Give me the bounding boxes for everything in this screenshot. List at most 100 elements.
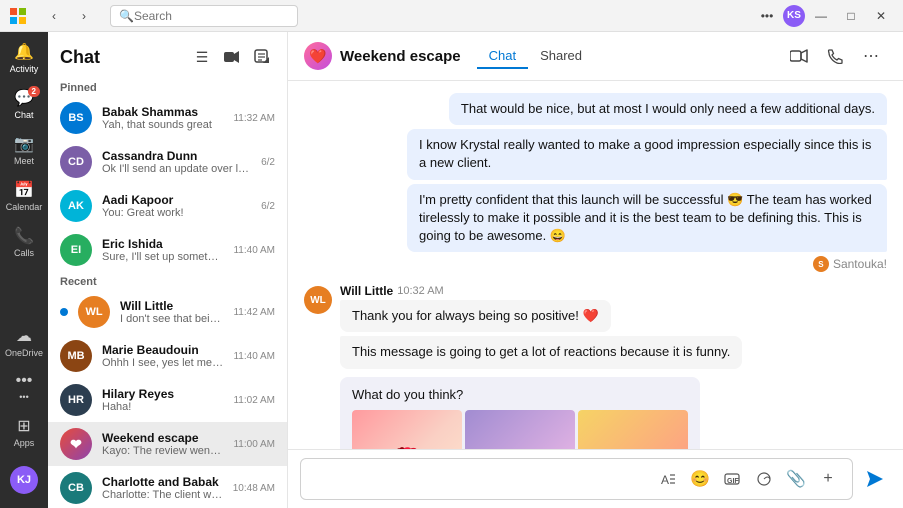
nav-item-more[interactable]: ••• ••• [2,366,46,408]
attach-button[interactable]: 📎 [782,465,810,493]
message-sender: Will Little 10:32 AM [340,284,887,298]
chat-header-actions: ⋯ [783,40,887,72]
list-item[interactable]: EI Eric Ishida Sure, I'll set up somethi… [48,228,287,272]
chat-info: Weekend escape Kayo: The review went rea… [102,431,223,457]
avatar: CB [60,472,92,504]
nav-item-apps[interactable]: ⊞ Apps [2,410,46,454]
nav-label-activity: Activity [10,64,39,74]
chat-name: Cassandra Dunn [102,149,251,163]
audio-call-header-button[interactable] [819,40,851,72]
maximize-button[interactable]: □ [837,5,865,27]
windows-icon [8,6,28,26]
chat-time: 11:00 AM [233,439,275,450]
list-item[interactable]: WL Will Little I don't see that being an… [48,290,287,334]
close-button[interactable]: ✕ [867,5,895,27]
group-name: Weekend escape [340,48,461,65]
message-time: 10:32 AM [397,285,443,297]
user-avatar[interactable]: KS [783,5,805,27]
search-bar[interactable]: 🔍 [110,5,298,27]
message-content: Will Little 10:32 AM Thank you for alway… [340,284,887,449]
tab-shared[interactable]: Shared [528,44,594,69]
chat-name: Marie Beaudouin [102,343,223,357]
left-nav: 🔔 Activity 💬 2 Chat 📷 Meet 📅 Calendar 📞 … [0,32,48,508]
nav-user-avatar[interactable]: KJ [10,466,38,494]
nav-label-onedrive: OneDrive [5,348,43,358]
video-call-button[interactable] [219,44,245,70]
message-input[interactable] [311,472,648,487]
image-cell [578,410,688,450]
nav-label-meet: Meet [14,156,34,166]
nav-item-calls[interactable]: 📞 Calls [2,220,46,264]
list-item[interactable]: ❤ Weekend escape Kayo: The review went r… [48,422,287,466]
sticker-button[interactable] [750,465,778,493]
chat-name: Charlotte and Babak [102,475,223,489]
calendar-icon: 📅 [14,180,34,200]
search-input[interactable] [134,9,289,23]
nav-item-chat[interactable]: 💬 2 Chat [2,82,46,126]
activity-icon: 🔔 [14,42,34,62]
list-item[interactable]: CD Cassandra Dunn Ok I'll send an update… [48,140,287,184]
nav-buttons: ‹ › [40,5,98,27]
list-item[interactable]: HR Hilary Reyes Haha! 11:02 AM [48,378,287,422]
nav-item-onedrive[interactable]: ☁ OneDrive [2,320,46,364]
search-icon: 🔍 [119,9,134,23]
nav-item-calendar[interactable]: 📅 Calendar [2,174,46,218]
more-header-button[interactable]: ⋯ [855,40,887,72]
nav-item-activity[interactable]: 🔔 Activity [2,36,46,80]
chat-time: 11:02 AM [233,395,275,406]
avatar: CD [60,146,92,178]
forward-button[interactable]: › [70,5,98,27]
chat-list-actions: ☰ [189,44,275,70]
image-grid [352,410,688,450]
message-bubble: That would be nice, but at most I would … [449,93,887,125]
emoji-button[interactable]: 😊 [686,465,714,493]
chat-name: Eric Ishida [102,237,223,251]
video-call-header-button[interactable] [783,40,815,72]
back-button[interactable]: ‹ [40,5,68,27]
image-cell [465,410,575,450]
onedrive-icon: ☁ [16,326,32,346]
chat-preview: Sure, I'll set up something for next wee… [102,251,223,263]
list-item[interactable]: MB Marie Beaudouin Ohhh I see, yes let m… [48,334,287,378]
chat-time: 11:40 AM [233,245,275,256]
chat-info: Eric Ishida Sure, I'll set up something … [102,237,223,263]
chat-preview: I don't see that being an issue, can tak… [120,313,223,325]
message-group: That would be nice, but at most I would … [304,93,887,125]
sender-name: Will Little [340,284,393,298]
list-item[interactable]: BS Babak Shammas Yah, that sounds great … [48,96,287,140]
compose-button[interactable] [249,44,275,70]
chat-info: Aadi Kapoor You: Great work! [102,193,251,219]
nav-label-apps: Apps [14,438,35,448]
tab-chat[interactable]: Chat [477,44,528,69]
more-button[interactable]: ••• [753,5,781,27]
avatar: HR [60,384,92,416]
chat-preview: Haha! [102,401,223,413]
filter-button[interactable]: ☰ [189,44,215,70]
message-group: I'm pretty confident that this launch wi… [304,184,887,253]
minimize-button[interactable]: — [807,5,835,27]
chat-info: Charlotte and Babak Charlotte: The clien… [102,475,223,501]
chat-time: 6/2 [261,157,275,168]
sender-avatar: WL [304,286,332,314]
nav-item-meet[interactable]: 📷 Meet [2,128,46,172]
avatar: AK [60,190,92,222]
chat-list-title: Chat [60,47,100,68]
more-options-button[interactable]: + [814,465,842,493]
format-button[interactable]: A [654,465,682,493]
reaction-label: S Santouka! [304,256,887,272]
send-button[interactable] [859,463,891,495]
message-bubble: I'm pretty confident that this launch wi… [407,184,887,253]
meet-icon: 📷 [14,134,34,154]
chat-preview: Ok I'll send an update over later [102,163,251,175]
image-card: What do you think? [340,377,700,450]
message-input-box[interactable]: A 😊 GIF 📎 + [300,458,853,500]
message-bubble: Thank you for always being so positive! … [340,300,611,332]
giphy-button[interactable]: GIF [718,465,746,493]
title-bar-right: ••• KS — □ ✕ [753,5,895,27]
unread-indicator [60,308,68,316]
chat-info: Marie Beaudouin Ohhh I see, yes let me f… [102,343,223,369]
chat-info: Will Little I don't see that being an is… [120,299,223,325]
title-bar-left: ‹ › 🔍 [8,5,306,27]
list-item[interactable]: CB Charlotte and Babak Charlotte: The cl… [48,466,287,508]
list-item[interactable]: AK Aadi Kapoor You: Great work! 6/2 [48,184,287,228]
